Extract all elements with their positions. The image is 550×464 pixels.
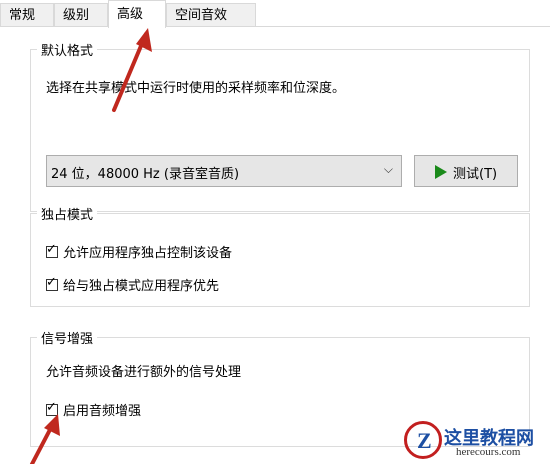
- signal-enhancement-legend: 信号增强: [37, 328, 98, 347]
- test-button[interactable]: 测试(T): [414, 155, 518, 187]
- allow-exclusive-control-label: 允许应用程序独占控制该设备: [63, 246, 233, 261]
- allow-exclusive-control-checkbox[interactable]: ✓ 允许应用程序独占控制该设备: [46, 242, 232, 261]
- check-icon: ✓: [46, 274, 57, 290]
- checkbox-box[interactable]: ✓: [46, 274, 58, 291]
- play-icon: [435, 165, 447, 179]
- advanced-panel: 默认格式 选择在共享模式中运行时使用的采样频率和位深度。 24 位，48000 …: [0, 27, 550, 464]
- tab-spatial-sound[interactable]: 空间音效: [166, 3, 256, 26]
- tab-bar: 常规 级别 高级 空间音效: [0, 0, 550, 28]
- tab-general[interactable]: 常规: [0, 3, 54, 26]
- exclusive-priority-checkbox[interactable]: ✓ 给与独占模式应用程序优先: [46, 275, 219, 294]
- watermark: Z 这里教程网 herecours.com: [404, 418, 550, 464]
- watermark-logo-letter: Z: [417, 428, 432, 453]
- watermark-url: herecours.com: [456, 446, 521, 458]
- annotation-arrow-checkbox: [30, 414, 60, 464]
- exclusive-mode-legend: 独占模式: [37, 204, 98, 223]
- annotation-arrow-tab: [112, 28, 152, 112]
- sample-rate-selected-value: 24 位，48000 Hz (录音室音质): [51, 167, 240, 182]
- tab-advanced[interactable]: 高级: [108, 0, 166, 28]
- default-format-legend: 默认格式: [37, 40, 98, 59]
- tab-levels[interactable]: 级别: [54, 3, 108, 26]
- chevron-down-icon: ⌵: [383, 162, 393, 176]
- exclusive-priority-label: 给与独占模式应用程序优先: [63, 279, 220, 294]
- sample-rate-select[interactable]: 24 位，48000 Hz (录音室音质) ⌵: [46, 155, 402, 187]
- signal-enhancement-description: 允许音频设备进行额外的信号处理: [46, 365, 242, 380]
- default-format-description: 选择在共享模式中运行时使用的采样频率和位深度。: [46, 81, 346, 96]
- check-icon: ✓: [46, 241, 57, 257]
- test-button-label: 测试(T): [453, 167, 498, 182]
- checkbox-box[interactable]: ✓: [46, 241, 58, 258]
